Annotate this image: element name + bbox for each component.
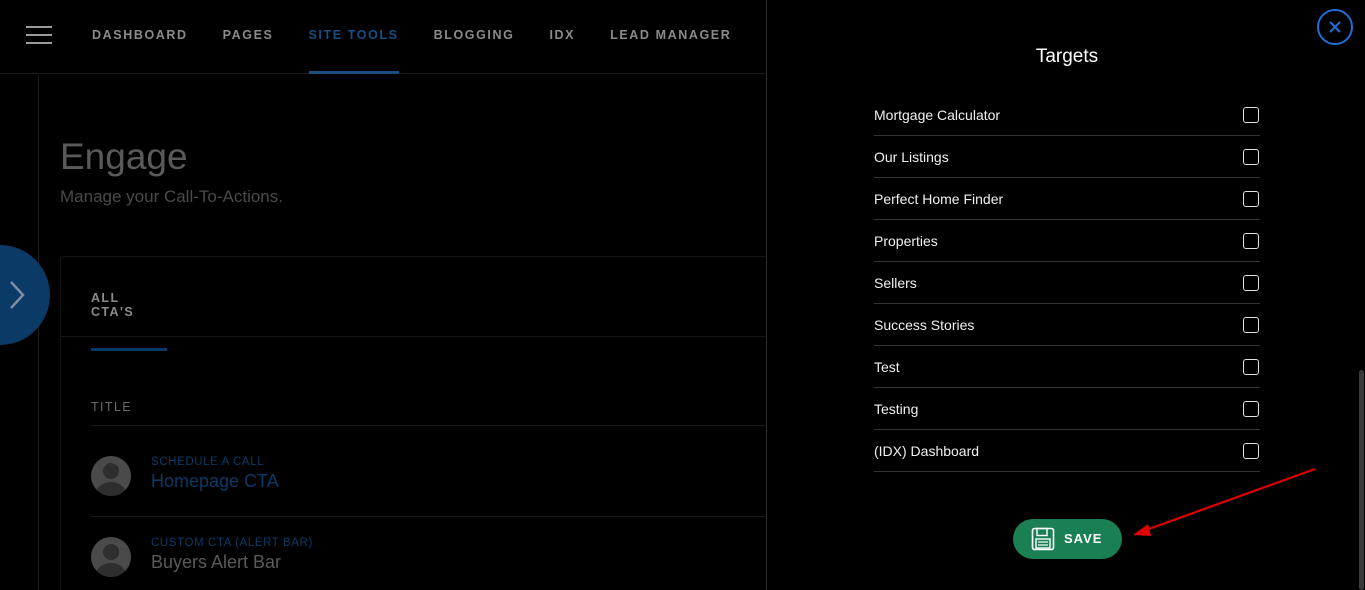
page-title: Engage [60,136,188,177]
target-checkbox[interactable] [1243,275,1259,291]
list-item[interactable]: Mortgage Calculator [874,94,1260,136]
cta-type: CUSTOM CTA (ALERT BAR) [151,537,313,549]
list-item[interactable]: Success Stories [874,304,1260,346]
target-label: Test [874,359,900,375]
nav-item-blogging[interactable]: BLOGGING [434,0,515,74]
save-button[interactable]: SAVE [1013,519,1122,559]
nav-item-idx[interactable]: IDX [549,0,575,74]
cta-type: SCHEDULE A CALL [151,456,265,468]
list-item[interactable]: Our Listings [874,136,1260,178]
targets-list: Mortgage Calculator Our Listings Perfect… [874,94,1260,472]
avatar [91,537,131,577]
main-nav: DASHBOARD PAGES SITE TOOLS BLOGGING IDX … [92,0,824,74]
list-item[interactable]: Perfect Home Finder [874,178,1260,220]
column-header-title: TITLE [91,400,133,414]
targets-panel: Targets Mortgage Calculator Our Listings… [766,0,1365,590]
cta-title[interactable]: Homepage CTA [151,471,279,492]
list-item[interactable]: (IDX) Dashboard [874,430,1260,472]
tab-all-ctas[interactable]: ALL CTA'S [91,291,167,351]
panel-scrollbar[interactable] [1359,370,1364,590]
expand-sidebar-button[interactable] [0,245,50,345]
close-icon [1329,21,1341,33]
cta-card: ALL CTA'S TITLE SCHEDULE A CALL Homepage… [60,256,781,590]
nav-item-pages[interactable]: PAGES [223,0,274,74]
list-item[interactable]: Test [874,346,1260,388]
target-label: (IDX) Dashboard [874,443,980,459]
list-item[interactable]: Testing [874,388,1260,430]
target-checkbox[interactable] [1243,359,1259,375]
hamburger-icon[interactable] [26,26,52,45]
avatar [91,456,131,496]
target-label: Perfect Home Finder [874,191,1004,207]
target-checkbox[interactable] [1243,191,1259,207]
table-row[interactable]: CUSTOM CTA (ALERT BAR) Buyers Alert Bar [91,537,781,590]
target-checkbox[interactable] [1243,317,1259,333]
target-checkbox[interactable] [1243,107,1259,123]
target-checkbox[interactable] [1243,233,1259,249]
target-label: Mortgage Calculator [874,107,1001,123]
cta-title[interactable]: Buyers Alert Bar [151,552,281,573]
table-row[interactable]: SCHEDULE A CALL Homepage CTA [91,456,781,516]
page-subtitle: Manage your Call-To-Actions. [60,187,283,206]
row-divider [91,425,781,426]
nav-item-dashboard[interactable]: DASHBOARD [92,0,188,74]
target-label: Success Stories [874,317,975,333]
list-item[interactable]: Properties [874,220,1260,262]
target-label: Properties [874,233,938,249]
chevron-right-icon [10,281,25,309]
target-checkbox[interactable] [1243,401,1259,417]
panel-title: Targets [1035,46,1099,67]
nav-item-site-tools[interactable]: SITE TOOLS [308,0,399,74]
target-checkbox[interactable] [1243,149,1259,165]
left-rail-divider [38,75,39,590]
list-item[interactable]: Sellers [874,262,1260,304]
target-label: Sellers [874,275,917,291]
save-label: SAVE [1064,531,1103,546]
floppy-disk-icon [1031,527,1055,551]
target-label: Our Listings [874,149,949,165]
close-button[interactable] [1317,9,1353,45]
row-divider [91,516,781,517]
target-checkbox[interactable] [1243,443,1259,459]
target-label: Testing [874,401,919,417]
card-divider [61,336,781,337]
nav-item-lead-manager[interactable]: LEAD MANAGER [610,0,731,74]
